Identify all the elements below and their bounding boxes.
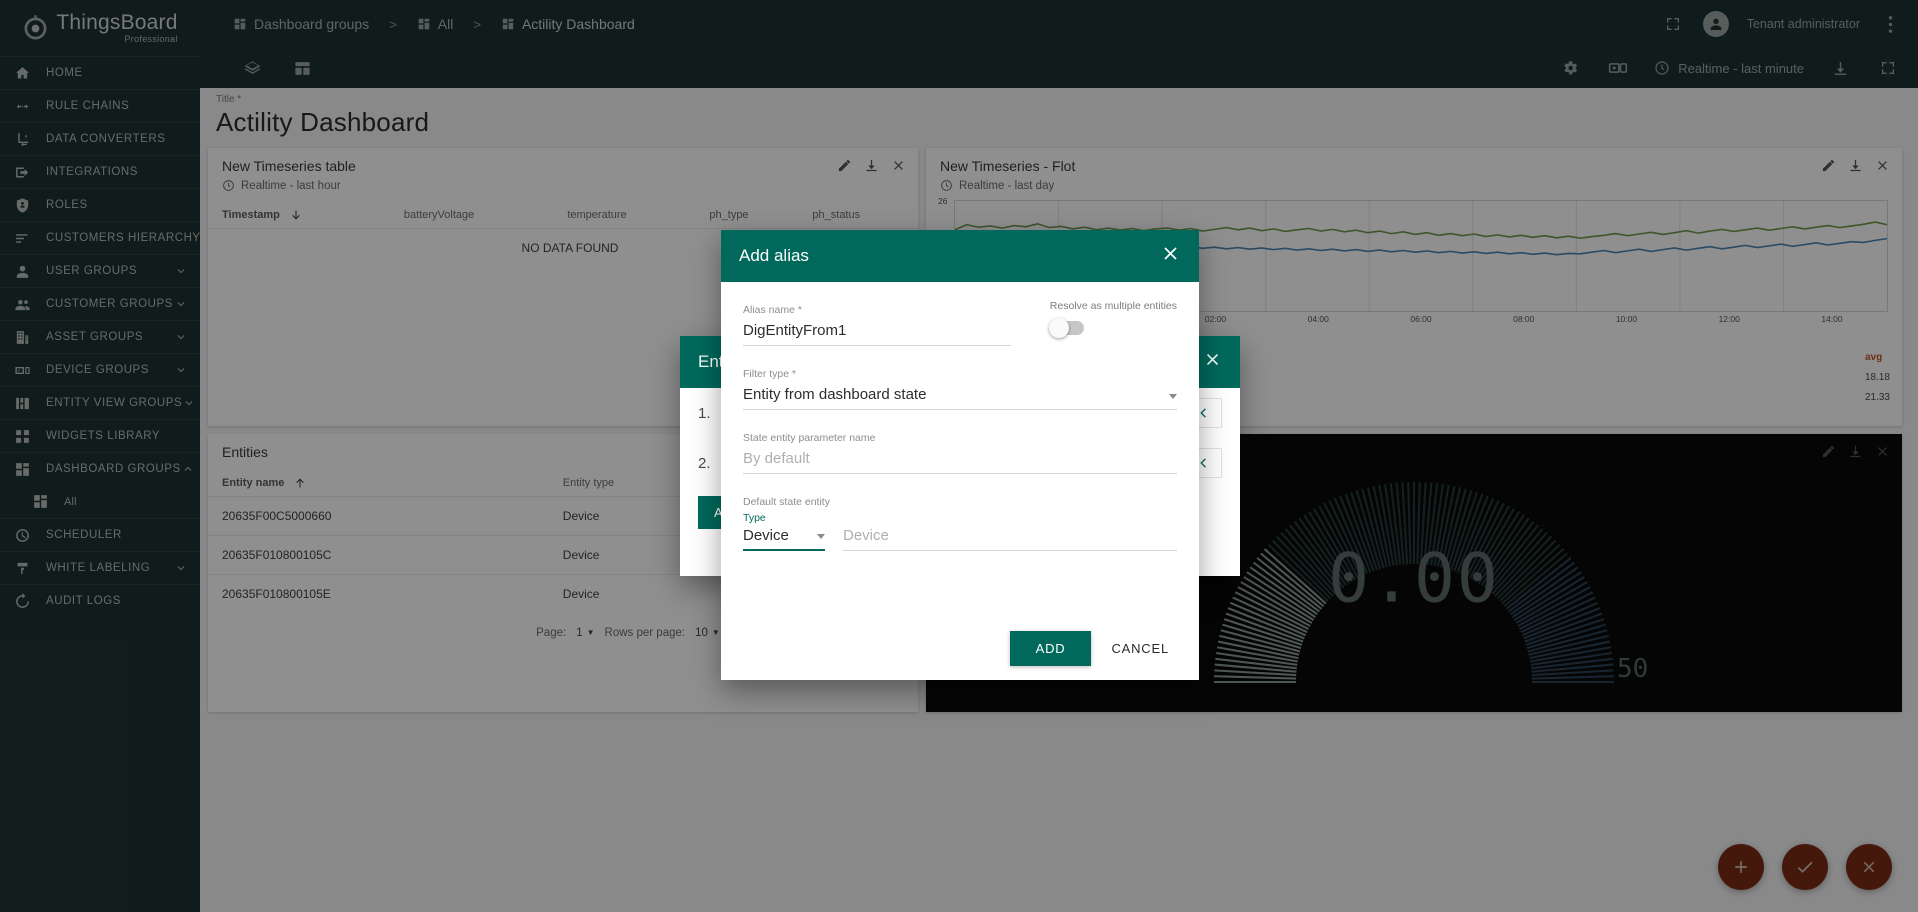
cancel-button[interactable]: CANCEL: [1097, 631, 1183, 666]
app-root: ThingsBoard Professional HOME RULE CHAINS…: [0, 0, 1918, 912]
entity-type-value: Device: [743, 527, 789, 544]
alias-name-label: Alias name *: [743, 304, 802, 316]
close-icon[interactable]: [1160, 243, 1181, 269]
default-state-entity-label: Default state entity: [743, 496, 830, 508]
add-alias-form: Resolve as multiple entities Alias name …: [721, 282, 1199, 551]
toggle-knob: [1048, 318, 1069, 338]
chevron-down-icon: [1169, 394, 1177, 399]
filter-type-select[interactable]: Entity from dashboard state: [743, 383, 1177, 410]
filter-type-field-group: Filter type * Entity from dashboard stat…: [743, 368, 1177, 410]
entity-type-select[interactable]: Device: [743, 527, 825, 551]
alias-name-field-group: Alias name *: [743, 304, 1011, 346]
default-state-entity-row: Device Device: [743, 527, 1177, 551]
chevron-down-icon: [817, 534, 825, 539]
default-state-entity-group: Default state entity Type Device Device: [743, 496, 1177, 551]
state-param-field-group: State entity parameter name: [743, 432, 1177, 474]
resolve-multiple-label: Resolve as multiple entities: [1049, 300, 1177, 312]
close-icon[interactable]: [1203, 350, 1222, 374]
state-param-label: State entity parameter name: [743, 432, 876, 444]
resolve-multiple-toggle[interactable]: [1048, 318, 1084, 338]
filter-type-value: Entity from dashboard state: [743, 386, 927, 403]
add-alias-dialog: Add alias Resolve as multiple entities A…: [721, 230, 1199, 680]
add-button[interactable]: ADD: [1009, 631, 1092, 666]
state-param-input[interactable]: [743, 447, 1177, 474]
dialog-actions: ADD CANCEL: [1009, 631, 1183, 666]
dialog-title: Add alias: [739, 246, 809, 265]
type-label: Type: [743, 512, 766, 524]
resolve-multiple-group: Resolve as multiple entities: [1048, 300, 1177, 338]
alias-name-input[interactable]: [743, 319, 1011, 346]
filter-type-label: Filter type *: [743, 368, 797, 380]
entity-name-input[interactable]: Device: [843, 527, 1177, 551]
dialog-header: Add alias: [721, 230, 1199, 282]
